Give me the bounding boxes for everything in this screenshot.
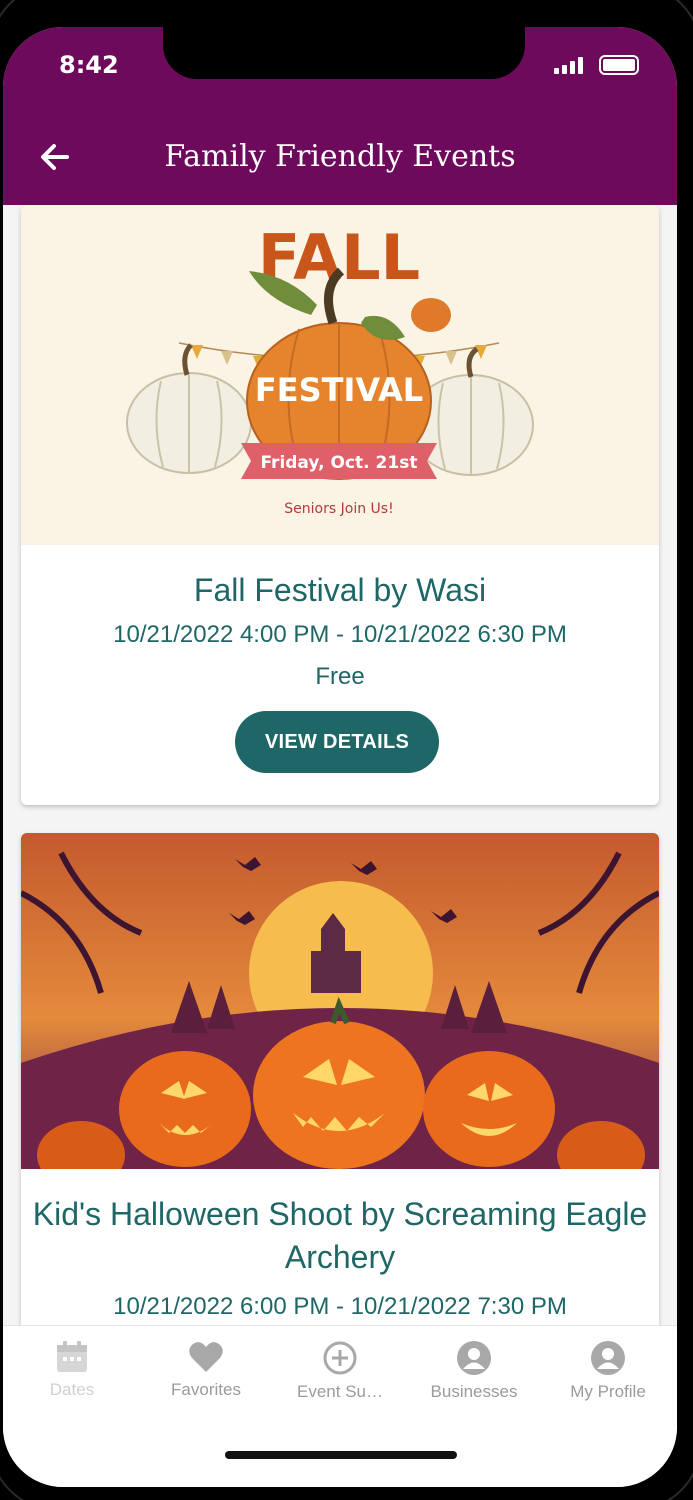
event-title: Kid's Halloween Shoot by Screaming Eagle… bbox=[32, 1196, 648, 1275]
calendar-icon bbox=[57, 1341, 87, 1372]
poster-tagline: Seniors Join Us! bbox=[284, 501, 393, 517]
signal-icon bbox=[554, 57, 583, 74]
view-details-button[interactable]: VIEW DETAILS bbox=[235, 711, 439, 773]
app-header: 8:42 Family Friendly Events bbox=[3, 27, 677, 205]
tab-label: Businesses bbox=[430, 1382, 518, 1401]
tab-my-profile[interactable]: My Profile bbox=[541, 1340, 675, 1402]
event-card[interactable]: Kid's Halloween Shoot by Screaming Eagle… bbox=[21, 833, 659, 1325]
device-notch bbox=[163, 27, 525, 79]
tab-label: Favorites bbox=[171, 1380, 241, 1399]
tab-businesses[interactable]: Businesses bbox=[407, 1340, 541, 1402]
event-title: Fall Festival by Wasi bbox=[193, 572, 487, 608]
tab-dates[interactable]: Dates bbox=[5, 1340, 139, 1400]
poster-date: Friday, Oct. 21st bbox=[261, 453, 418, 473]
events-list[interactable]: FALL FESTIVAL Friday, Oct. 21st Seniors … bbox=[3, 205, 677, 1325]
bottom-tab-bar: Dates Favorites Event Su… Businesses My … bbox=[3, 1325, 677, 1487]
user-circle-icon bbox=[457, 1341, 491, 1375]
phone-screen: 8:42 Family Friendly Events FALL FESTIVA… bbox=[3, 27, 677, 1487]
plus-circle-icon bbox=[323, 1341, 357, 1375]
tab-event-submit[interactable]: Event Su… bbox=[273, 1340, 407, 1402]
tab-favorites[interactable]: Favorites bbox=[139, 1340, 273, 1400]
status-time: 8:42 bbox=[59, 51, 119, 79]
poster-subheadline: FESTIVAL bbox=[255, 371, 423, 409]
event-card[interactable]: FALL FESTIVAL Friday, Oct. 21st Seniors … bbox=[21, 205, 659, 805]
heart-icon bbox=[189, 1342, 223, 1372]
event-price: Free bbox=[315, 663, 365, 690]
page-title: Family Friendly Events bbox=[164, 139, 516, 174]
event-image-halloween bbox=[21, 833, 659, 1169]
event-datetime: 10/21/2022 4:00 PM - 10/21/2022 6:30 PM bbox=[113, 621, 567, 648]
event-image-fall-festival: FALL FESTIVAL Friday, Oct. 21st Seniors … bbox=[21, 205, 659, 545]
battery-icon bbox=[599, 55, 639, 75]
user-circle-icon bbox=[591, 1341, 625, 1375]
tab-label: Event Su… bbox=[297, 1382, 383, 1401]
event-datetime: 10/21/2022 6:00 PM - 10/21/2022 7:30 PM bbox=[113, 1293, 567, 1320]
home-indicator bbox=[225, 1451, 457, 1459]
tab-label: Dates bbox=[49, 1380, 95, 1399]
tab-label: My Profile bbox=[570, 1382, 646, 1401]
